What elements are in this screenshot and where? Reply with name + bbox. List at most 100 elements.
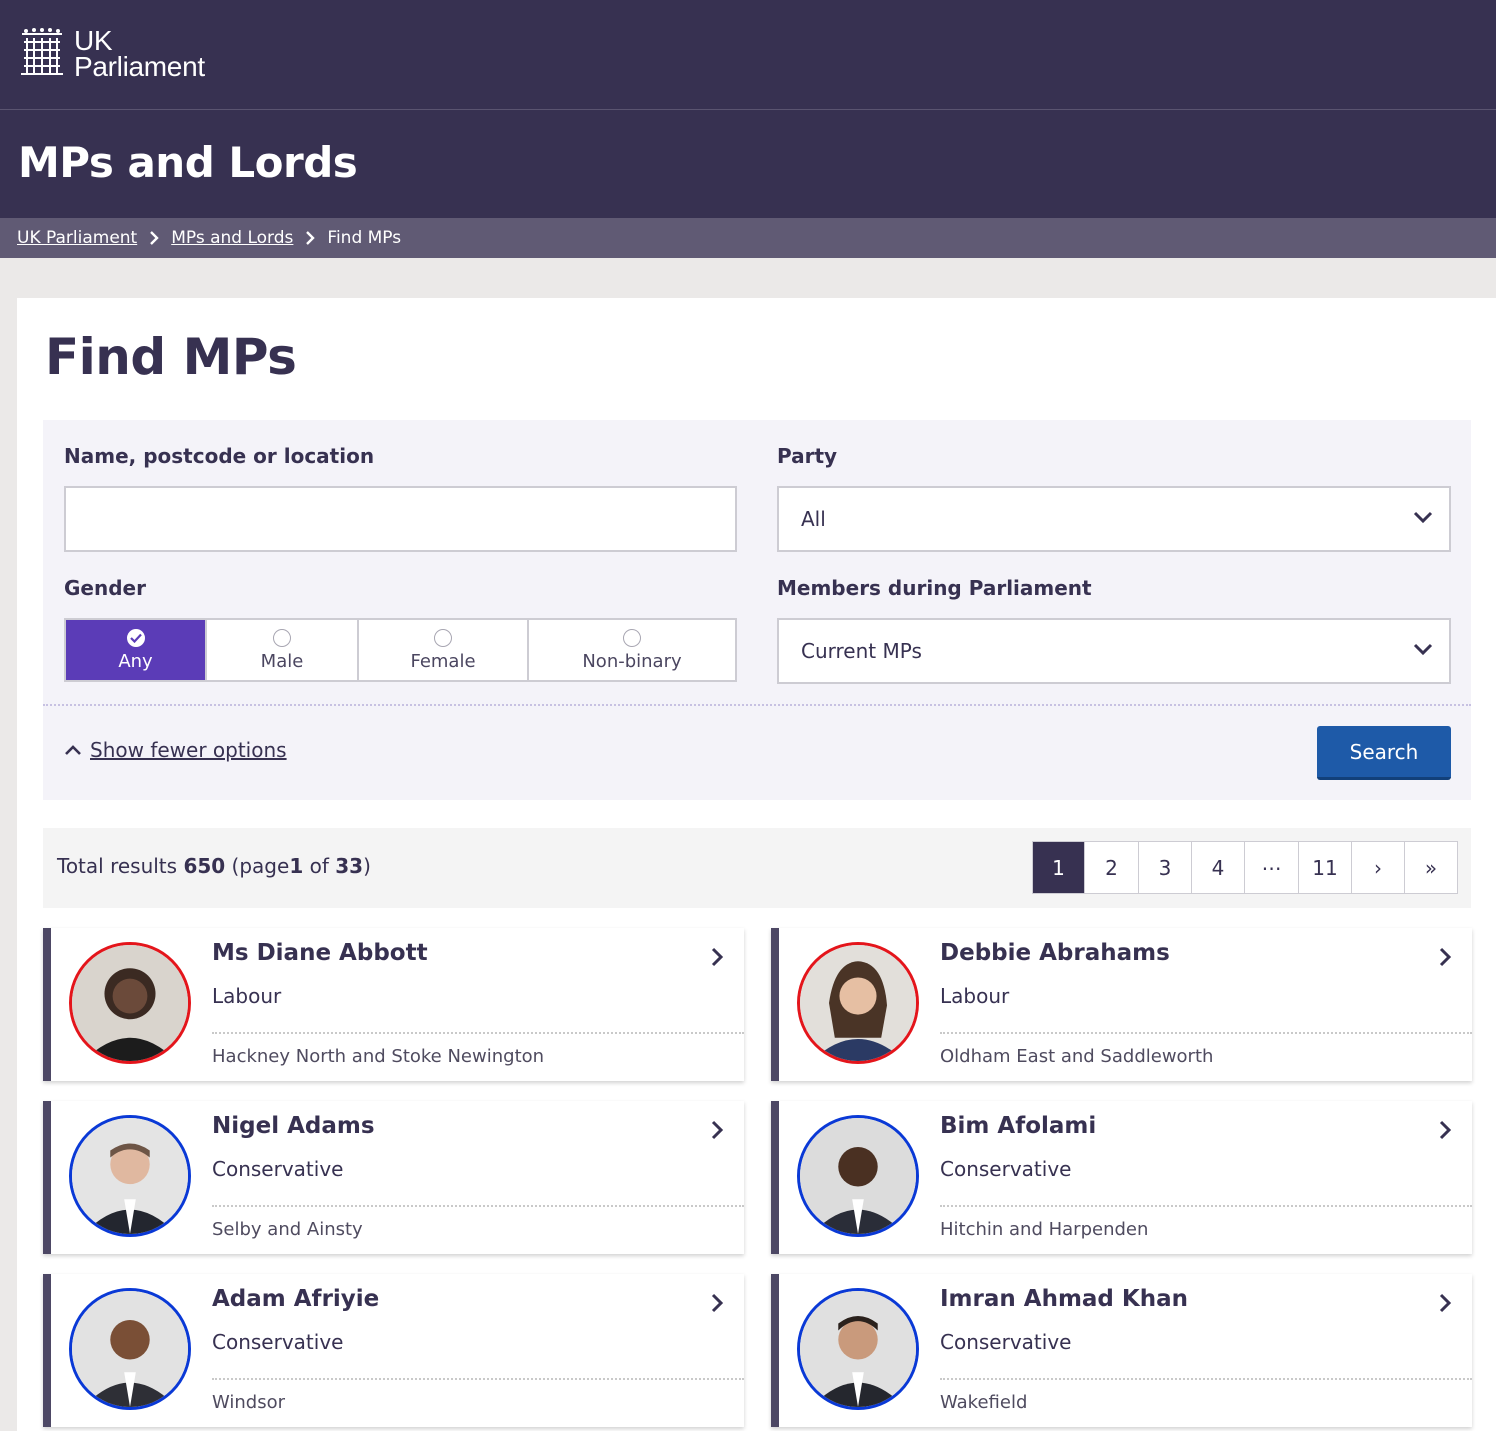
last-page-button[interactable]: »	[1405, 842, 1457, 893]
divider	[212, 1378, 744, 1380]
mp-card[interactable]: Bim Afolami Conservative Hitchin and Har…	[771, 1101, 1472, 1254]
name-field-label: Name, postcode or location	[64, 444, 375, 468]
party-select[interactable]: All	[777, 486, 1451, 552]
radio-icon	[434, 628, 452, 647]
party-label: Party	[777, 444, 838, 468]
results-summary: Total results 650 (page1 of 33)	[57, 854, 371, 878]
gender-option-non-binary[interactable]: Non-binary	[529, 620, 735, 680]
results-total-pages: 33	[335, 854, 364, 878]
divider	[212, 1205, 744, 1207]
section-title-bar: MPs and Lords	[0, 110, 1496, 218]
chevron-down-icon	[1413, 511, 1433, 524]
mp-constituency: Wakefield	[940, 1392, 1028, 1413]
pagination-ellipsis: ⋯	[1245, 842, 1299, 893]
page-3-button[interactable]: 3	[1139, 842, 1192, 893]
page-2-button[interactable]: 2	[1085, 842, 1139, 893]
mp-card[interactable]: Adam Afriyie Conservative Windsor	[43, 1274, 744, 1427]
chevron-right-icon	[149, 231, 159, 245]
mp-constituency: Selby and Ainsty	[212, 1219, 363, 1240]
search-button[interactable]: Search	[1317, 726, 1451, 780]
chevron-right-icon	[711, 1120, 724, 1140]
chevron-right-icon	[305, 231, 316, 245]
name-postcode-input[interactable]	[64, 486, 737, 552]
next-page-button[interactable]: ›	[1352, 842, 1405, 893]
page-1-button[interactable]: 1	[1033, 842, 1085, 893]
portcullis-icon	[21, 28, 63, 75]
checked-radio-icon	[126, 628, 145, 647]
mp-party: Conservative	[940, 1330, 1072, 1354]
divider	[940, 1032, 1472, 1034]
mp-party: Conservative	[212, 1157, 344, 1181]
chevron-right-icon	[711, 947, 724, 967]
show-fewer-options-link[interactable]: Show fewer options	[90, 738, 287, 762]
main-content: Find MPs Name, postcode or location Part…	[17, 298, 1496, 1431]
results-page-prefix: (page	[231, 854, 290, 878]
logo-line-parliament: Parliament	[74, 51, 205, 82]
members-during-parliament-select[interactable]: Current MPs	[777, 618, 1451, 684]
section-title: MPs and Lords	[18, 138, 358, 187]
mp-name: Nigel Adams	[212, 1113, 375, 1139]
breadcrumb: UK Parliament MPs and Lords Find MPs	[0, 218, 1496, 258]
mp-party: Labour	[212, 984, 282, 1008]
chevron-right-icon	[1439, 1293, 1452, 1313]
mp-constituency: Oldham East and Saddleworth	[940, 1046, 1214, 1067]
mp-card[interactable]: Ms Diane Abbott Labour Hackney North and…	[43, 928, 744, 1081]
mp-name: Adam Afriyie	[212, 1286, 380, 1312]
mp-avatar	[69, 1288, 191, 1410]
mp-party: Labour	[940, 984, 1010, 1008]
mp-avatar	[797, 1115, 919, 1237]
pagination: 1 2 3 4 ⋯ 11 › »	[1032, 841, 1458, 894]
gender-option-female[interactable]: Female	[359, 620, 529, 680]
divider	[212, 1032, 744, 1034]
gender-label: Gender	[64, 576, 146, 600]
radio-icon	[623, 628, 641, 647]
results-summary-bar: Total results 650 (page1 of 33) 1 2 3 4 …	[43, 828, 1471, 908]
results-suffix: )	[363, 854, 371, 878]
page-title: Find MPs	[45, 328, 297, 386]
gender-option-male[interactable]: Male	[207, 620, 359, 680]
breadcrumb-current: Find MPs	[327, 228, 402, 248]
results-total: 650	[183, 854, 226, 878]
site-header: UK Parliament	[0, 0, 1496, 110]
chevron-right-icon	[1439, 947, 1452, 967]
mp-name: Bim Afolami	[940, 1113, 1097, 1139]
mp-constituency: Hitchin and Harpenden	[940, 1219, 1149, 1240]
mp-avatar	[797, 1288, 919, 1410]
members-during-parliament-label: Members during Parliament	[777, 576, 1092, 600]
breadcrumb-mps-and-lords[interactable]: MPs and Lords	[171, 228, 293, 248]
mp-constituency: Hackney North and Stoke Newington	[212, 1046, 545, 1067]
chevron-down-icon	[1413, 643, 1433, 656]
divider	[940, 1205, 1472, 1207]
mp-name: Debbie Abrahams	[940, 940, 1170, 966]
chevron-right-icon	[1439, 1120, 1452, 1140]
mp-constituency: Windsor	[212, 1392, 286, 1413]
mp-name: Ms Diane Abbott	[212, 940, 428, 966]
mp-card[interactable]: Nigel Adams Conservative Selby and Ainst…	[43, 1101, 744, 1254]
gender-radio-group: Any Male Female Non-binary	[64, 618, 737, 682]
uk-parliament-logo[interactable]: UK Parliament	[18, 27, 205, 82]
divider	[940, 1378, 1472, 1380]
search-filters: Name, postcode or location Party All Gen…	[43, 420, 1471, 800]
mp-name: Imran Ahmad Khan	[940, 1286, 1188, 1312]
results-current-page: 1	[289, 854, 304, 878]
results-prefix: Total results	[57, 854, 178, 878]
results-of-word: of	[309, 854, 329, 878]
mp-party: Conservative	[940, 1157, 1072, 1181]
chevron-up-icon	[65, 745, 81, 755]
page-4-button[interactable]: 4	[1192, 842, 1245, 893]
show-fewer-options[interactable]: Show fewer options	[64, 738, 287, 762]
breadcrumb-uk-parliament[interactable]: UK Parliament	[17, 228, 137, 248]
gender-option-any[interactable]: Any	[66, 620, 207, 680]
gender-option-label: Any	[118, 650, 153, 672]
page-11-button[interactable]: 11	[1299, 842, 1352, 893]
mp-avatar	[69, 1115, 191, 1237]
mp-card[interactable]: Imran Ahmad Khan Conservative Wakefield	[771, 1274, 1472, 1427]
mp-avatar	[69, 942, 191, 1064]
gender-option-label: Female	[410, 650, 476, 672]
mp-avatar	[797, 942, 919, 1064]
chevron-right-icon	[711, 1293, 724, 1313]
members-select-value: Current MPs	[801, 639, 922, 663]
gender-option-label: Male	[260, 650, 304, 672]
mp-card[interactable]: Debbie Abrahams Labour Oldham East and S…	[771, 928, 1472, 1081]
radio-icon	[273, 628, 291, 647]
